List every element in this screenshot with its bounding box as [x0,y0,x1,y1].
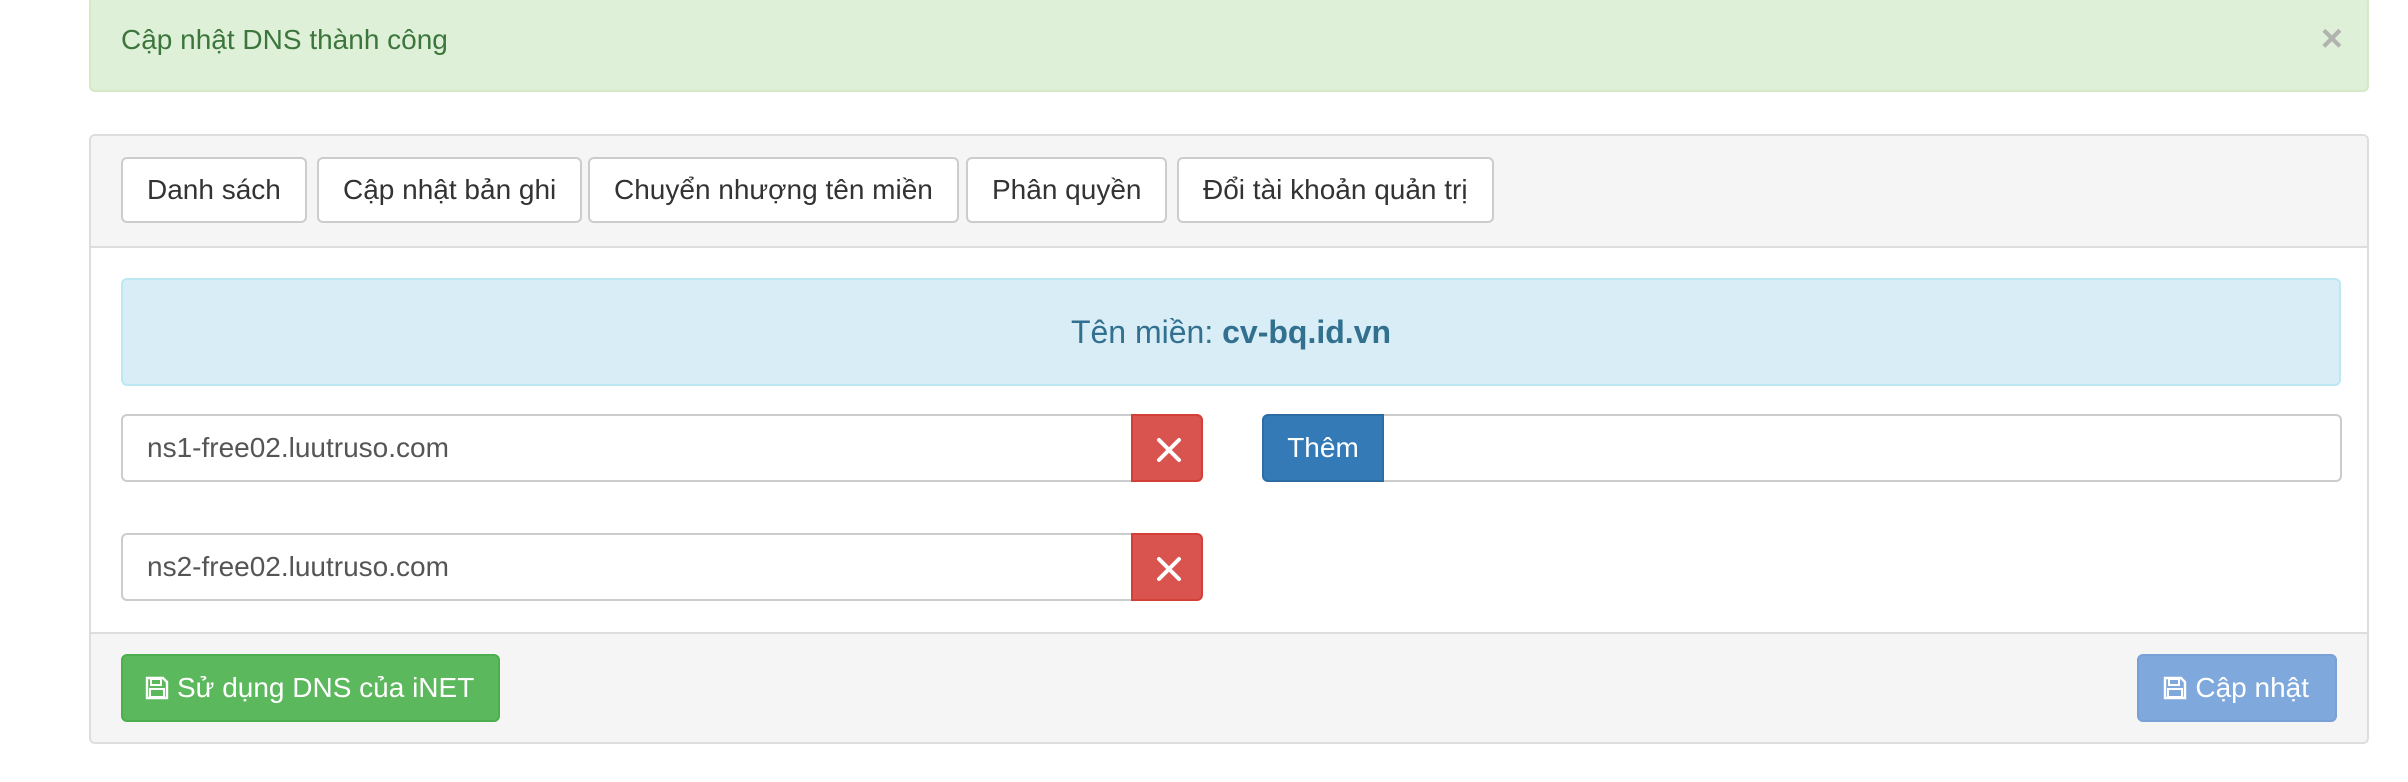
use-inet-dns-button[interactable]: Sử dụng DNS của iNET [121,654,501,722]
nameserver-input-2[interactable] [121,533,1131,601]
domain-info-box: Tên miền: cv-bq.id.vn [121,278,2341,386]
success-alert: Cập nhật DNS thành công × [89,0,2369,92]
tab-cap-nhat-ban-ghi[interactable]: Cập nhật bản ghi [317,157,583,223]
domain-name: cv-bq.id.vn [1222,314,1392,350]
remove-nameserver-button-1[interactable] [1131,414,1203,482]
panel-toolbar: Danh sách Cập nhật bản ghi Chuyển nhượng… [91,136,2367,248]
update-button[interactable]: Cập nhật [2137,654,2337,722]
new-nameserver-input[interactable] [1384,414,2342,482]
tab-phan-quyen[interactable]: Phân quyền [966,157,1168,223]
close-icon [1157,438,1181,462]
nameserver-input-1[interactable] [121,414,1131,482]
tab-danh-sach[interactable]: Danh sách [121,157,307,223]
nameserver-row [121,533,1203,601]
floppy-disk-icon [145,676,169,700]
nameserver-row [121,414,1203,482]
alert-message: Cập nhật DNS thành công [121,24,448,55]
panel-footer: Sử dụng DNS của iNET Cập nhật [91,632,2367,742]
use-inet-dns-label: Sử dụng DNS của iNET [177,672,475,703]
remove-nameserver-button-2[interactable] [1131,533,1203,601]
dns-panel: Danh sách Cập nhật bản ghi Chuyển nhượng… [89,134,2369,744]
update-label: Cập nhật [2195,672,2309,703]
domain-label: Tên miền: [1070,314,1223,350]
add-nameserver-button[interactable]: Thêm [1262,414,1384,482]
close-icon[interactable]: × [2321,20,2343,58]
tab-doi-tai-khoan-quan-tri[interactable]: Đổi tài khoản quản trị [1177,157,1494,223]
add-nameserver-group: Thêm [1262,414,2342,482]
tab-chuyen-nhuong-ten-mien[interactable]: Chuyển nhượng tên miền [588,157,959,223]
floppy-disk-icon [2164,676,2187,700]
close-icon [1157,557,1181,581]
